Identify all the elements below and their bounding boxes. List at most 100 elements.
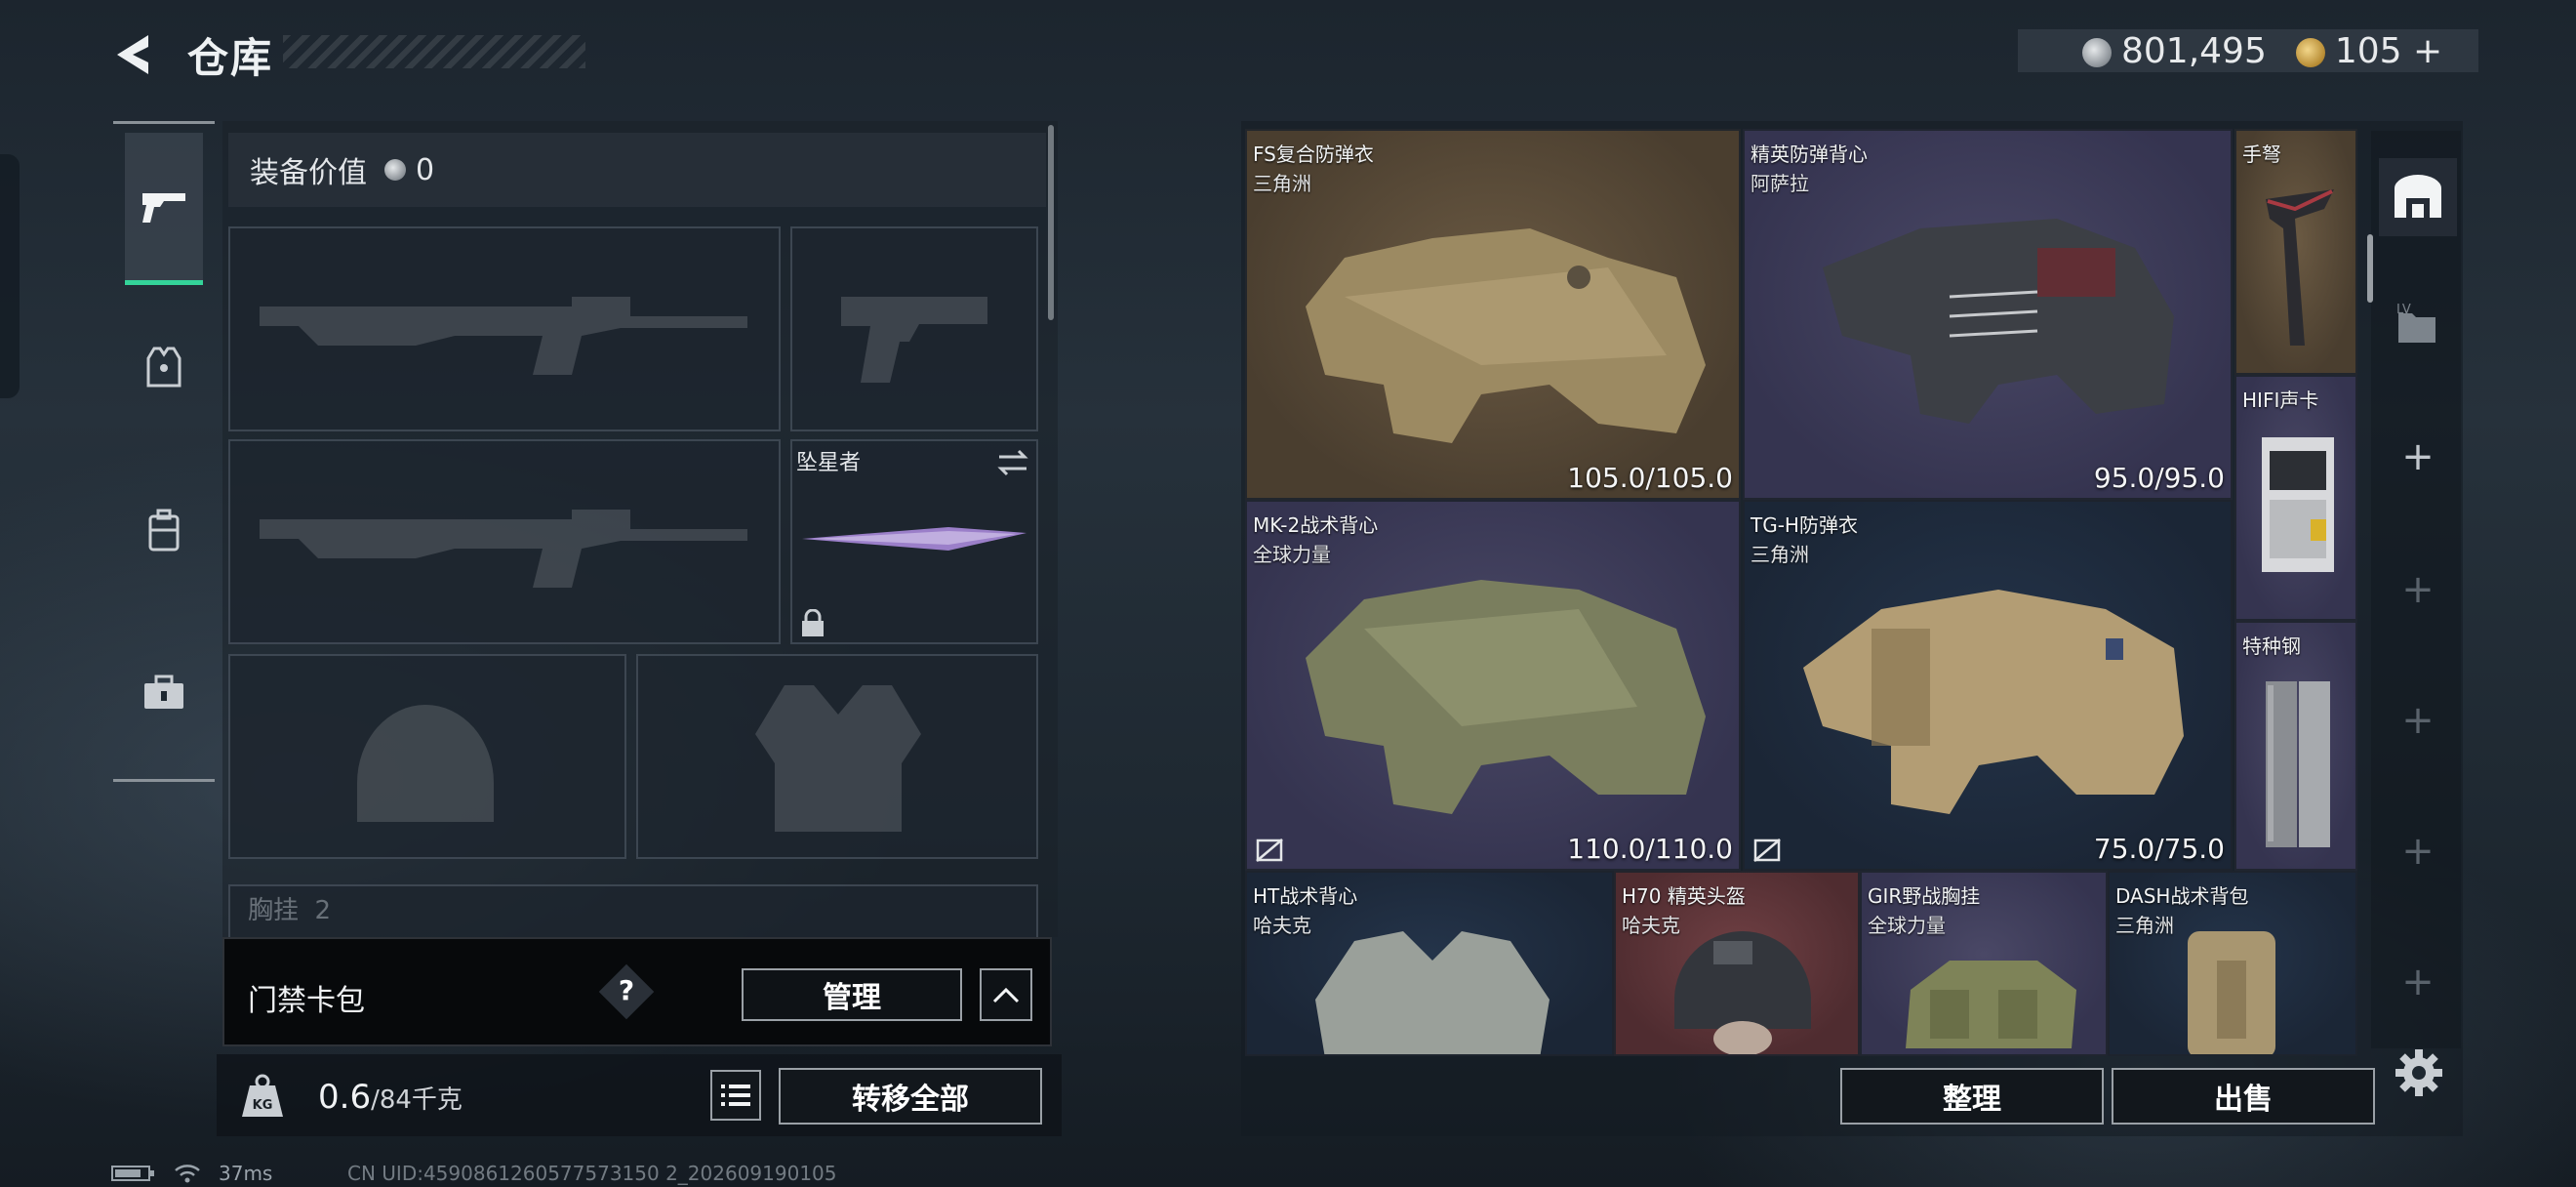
warehouse-item[interactable]: TG-H防弹衣 三角洲 75.0/75.0 [1743, 500, 2233, 871]
item-name: GIR野战胸挂 [1868, 884, 1981, 908]
add-tab-button[interactable]: + [2379, 812, 2457, 890]
pistol-icon [142, 192, 185, 223]
item-durability: 110.0/110.0 [1567, 833, 1733, 865]
chest-rig-slot[interactable] [228, 884, 1038, 937]
warehouse-item[interactable]: MK-2战术背心 全球力量 110.0/110.0 [1245, 500, 1741, 871]
access-card-pack: 门禁卡包 ? 管理 [222, 937, 1052, 1046]
manage-button[interactable]: 管理 [742, 968, 962, 1021]
gold-coin-icon [2295, 37, 2325, 67]
warehouse-item[interactable]: 精英防弹背心 阿萨拉 95.0/95.0 [1743, 129, 2233, 500]
system-status: 37ms [111, 1162, 272, 1185]
tactical-vest-image [1315, 931, 1550, 1054]
add-gold-button[interactable]: + [2413, 31, 2442, 71]
transfer-all-button[interactable]: 转移全部 [779, 1068, 1042, 1125]
back-arrow-icon [117, 35, 148, 74]
wifi-icon [175, 1165, 200, 1183]
backpack-icon [148, 509, 180, 552]
warehouse-item[interactable]: HT战术背心 哈夫克 [1245, 871, 1614, 1056]
warehouse-item[interactable]: HIFI声卡 [2234, 375, 2357, 621]
item-name: FS复合防弹衣 [1253, 143, 1374, 166]
folder-level-icon: LV [2396, 303, 2435, 343]
current-weight: 0.6 [318, 1078, 372, 1117]
item-faction: 阿萨拉 [1751, 172, 1809, 195]
page-title: 仓库 [187, 34, 274, 82]
back-button[interactable] [109, 29, 160, 80]
card-pack-label: 门禁卡包 [248, 984, 365, 1018]
warehouse-item[interactable]: 手弩 [2234, 129, 2357, 375]
side-drawer-handle[interactable] [0, 154, 20, 398]
melee-name: 坠星者 [796, 451, 862, 475]
weight-value: 0.6/84千克 [318, 1078, 463, 1117]
silver-amount: 801,495 [2121, 30, 2267, 71]
user-uid: CN UID:4590861260577573150 2_20260919010… [347, 1162, 837, 1185]
tab-loadout-weapons[interactable] [125, 133, 203, 285]
item-name: 特种钢 [2242, 634, 2301, 658]
item-durability: 75.0/75.0 [2093, 833, 2225, 865]
crossbow-image [2266, 189, 2334, 346]
tab-backpack[interactable] [125, 492, 203, 570]
secondary-weapon-slot[interactable] [790, 226, 1038, 431]
max-weight: /84千克 [371, 1085, 463, 1115]
list-icon [721, 1085, 750, 1106]
item-name: HIFI声卡 [2242, 389, 2319, 412]
tab-armor[interactable] [125, 328, 203, 406]
item-name: HT战术背心 [1253, 884, 1358, 908]
gold-currency[interactable]: 105 + [2295, 30, 2442, 71]
warehouse-item[interactable]: FS复合防弹衣 三角洲 105.0/105.0 [1245, 129, 1741, 500]
item-faction: 哈夫克 [1253, 914, 1311, 937]
warehouse-item[interactable]: GIR野战胸挂 全球力量 [1860, 871, 2108, 1056]
helmet-image [1674, 931, 1811, 1054]
add-tab-button[interactable]: + [2379, 681, 2457, 759]
primary-weapon-slot[interactable] [228, 226, 781, 431]
sort-button[interactable]: 整理 [1840, 1068, 2104, 1125]
equipment-value-row: 装备价值 0 [228, 133, 1046, 207]
add-tab-button[interactable]: + [2379, 418, 2457, 496]
help-icon[interactable]: ? [617, 974, 636, 1006]
sound-card-image [2262, 437, 2334, 572]
helmet-slot[interactable] [228, 654, 626, 859]
title-decoration [283, 35, 585, 68]
gold-amount: 105 [2334, 30, 2402, 71]
vest-image [1823, 219, 2174, 424]
equipment-scrollbar[interactable] [1048, 125, 1054, 320]
item-name: 精英防弹背心 [1751, 143, 1868, 166]
vest-placeholder-icon [755, 685, 921, 832]
toolbox-icon [144, 675, 183, 709]
equipment-value-label: 装备价值 [250, 156, 367, 190]
warehouse-tab-level[interactable]: LV [2379, 285, 2457, 363]
item-name: 手弩 [2242, 143, 2281, 166]
tab-rail-divider-bottom [113, 779, 215, 782]
ping-value: 37ms [219, 1162, 273, 1185]
chevron-up-icon [992, 987, 1020, 1003]
armor-slot[interactable] [636, 654, 1038, 859]
warehouse-item[interactable]: H70 精英头盔 哈夫克 [1614, 871, 1860, 1056]
item-name: MK-2战术背心 [1253, 513, 1379, 537]
weight-kg-icon: KG [242, 1074, 283, 1117]
add-tab-button[interactable]: + [2379, 943, 2457, 1021]
gear-icon[interactable] [2393, 1046, 2445, 1099]
chest-rig-label: 胸挂 2 [248, 896, 332, 925]
body-armor-image [1306, 228, 1706, 443]
silver-coin-icon [2082, 37, 2112, 67]
chest-rig-image [1906, 961, 2076, 1048]
warehouse-tab-all[interactable] [2379, 158, 2457, 236]
pistol-placeholder-icon [841, 297, 987, 383]
tertiary-weapon-slot[interactable] [228, 439, 781, 644]
collapse-button[interactable] [980, 968, 1032, 1021]
list-view-button[interactable] [710, 1070, 761, 1121]
item-name: DASH战术背包 [2115, 884, 2249, 908]
warehouse-item[interactable]: DASH战术背包 三角洲 [2108, 871, 2357, 1056]
steel-plate-image [2266, 681, 2330, 847]
sell-button[interactable]: 出售 [2112, 1068, 2375, 1125]
svg-text:LV: LV [2396, 303, 2411, 317]
tab-medkit[interactable] [125, 654, 203, 732]
warehouse-item[interactable]: 特种钢 [2234, 621, 2357, 871]
swap-icon[interactable] [995, 447, 1030, 478]
tab-rail-divider-top [113, 121, 215, 124]
item-durability: 95.0/95.0 [2093, 462, 2225, 494]
silver-coin-icon [384, 159, 406, 181]
silver-currency: 801,495 [2082, 31, 2267, 71]
add-tab-button[interactable]: + [2379, 551, 2457, 629]
warehouse-scrollbar[interactable] [2367, 234, 2373, 303]
melee-knife-icon [802, 527, 1026, 551]
